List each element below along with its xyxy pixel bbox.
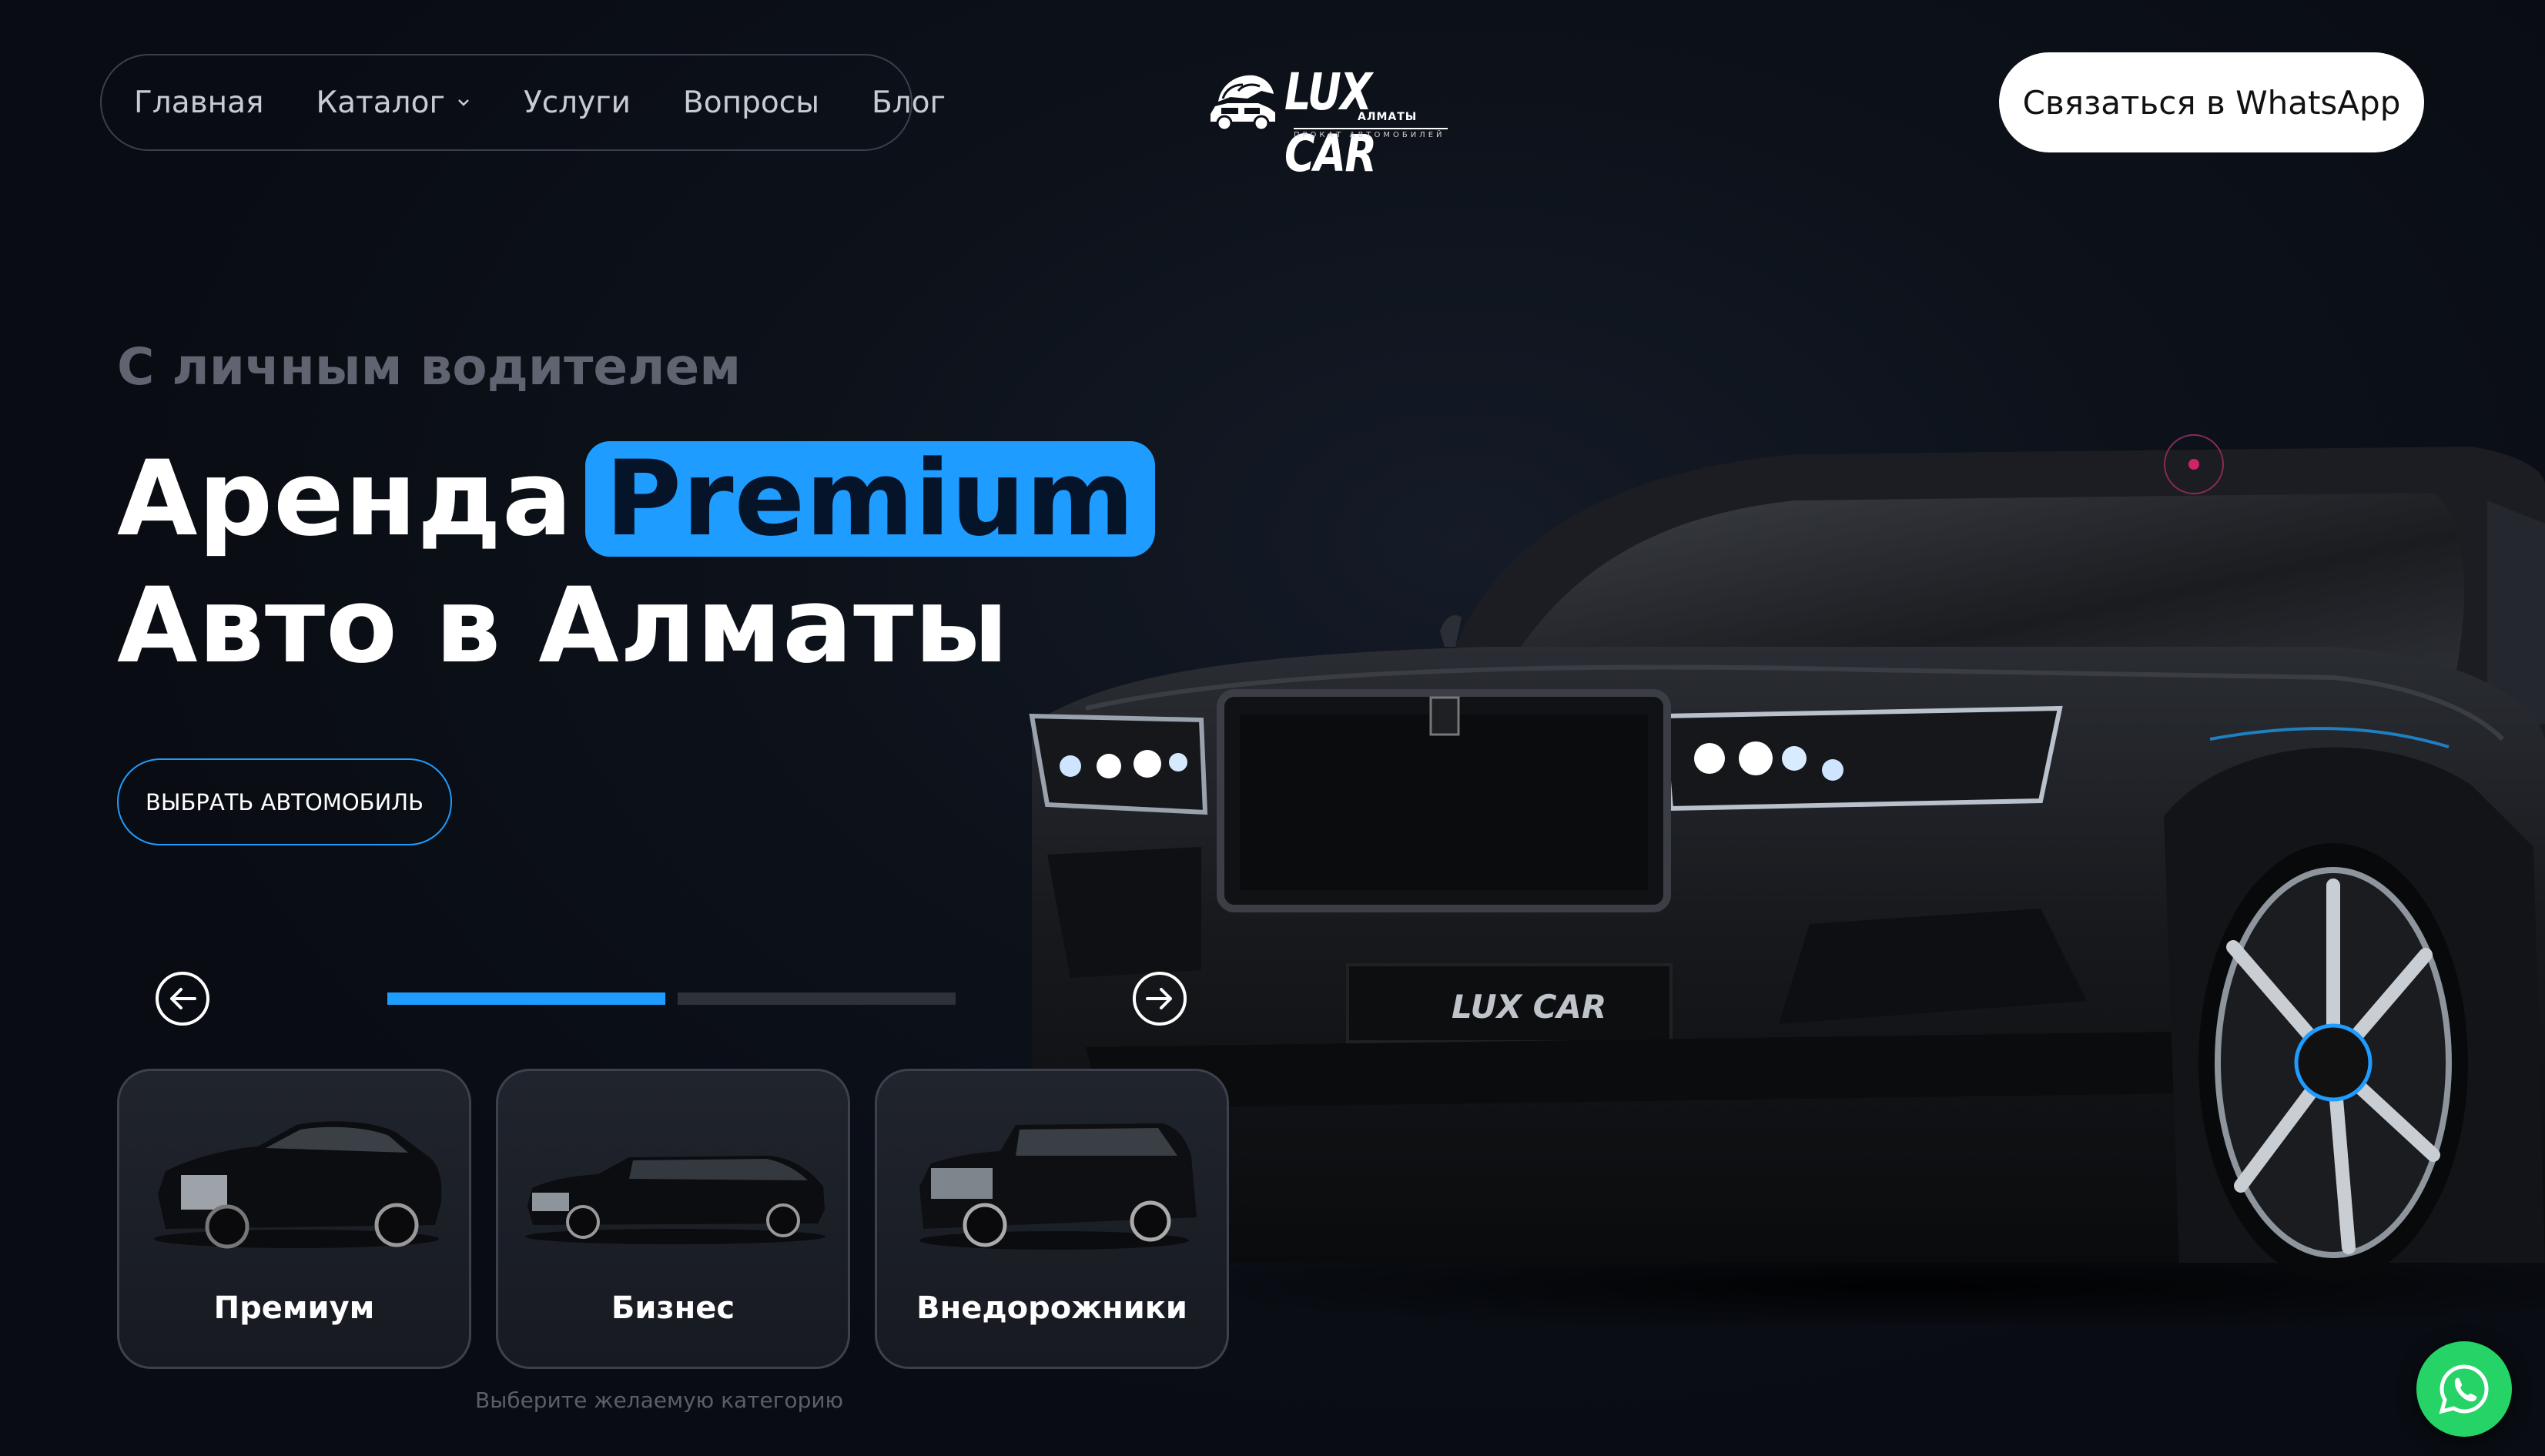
plate-badge-text: LUX CAR — [1452, 988, 1606, 1026]
hero-title-line2: Авто в Алматы — [117, 562, 1009, 689]
slider-next-button[interactable] — [1133, 972, 1187, 1026]
nav-item-home[interactable]: Главная — [134, 85, 263, 120]
site-logo[interactable]: LUX CAR АЛМАТЫ ПРОКАТ АВТОМОБИЛЕЙ — [1207, 62, 1454, 183]
car-hotspot-marker[interactable] — [2164, 434, 2224, 494]
whatsapp-float-button[interactable] — [2416, 1341, 2512, 1437]
whatsapp-contact-button[interactable]: Связаться в WhatsApp — [1999, 52, 2424, 152]
main-nav: Главная Каталог Услуги Вопросы Блог — [100, 54, 946, 151]
hotspot-dot-icon — [2188, 459, 2199, 470]
nav-item-faq[interactable]: Вопросы — [683, 85, 819, 120]
hero-title-highlight: Premium — [585, 438, 1155, 559]
slider-prev-button[interactable] — [156, 972, 209, 1026]
hero-title-second-line: Авто в Алматы — [117, 565, 1010, 686]
hero-title-line1: Аренда Premium — [117, 435, 1155, 562]
category-label-business: Бизнес — [611, 1290, 735, 1326]
nav-label-catalog: Каталог — [316, 85, 445, 120]
arrow-left-circle-icon — [170, 988, 196, 1009]
progress-segment[interactable] — [678, 992, 956, 1005]
choose-car-button[interactable]: ВЫБРАТЬ АВТОМОБИЛЬ — [117, 758, 452, 845]
slider-progress — [387, 992, 956, 1005]
category-card-premium[interactable]: Премиум — [117, 1069, 471, 1369]
nav-item-catalog[interactable]: Каталог — [316, 85, 470, 120]
whatsapp-icon — [2439, 1364, 2489, 1414]
chevron-down-icon — [458, 99, 469, 106]
category-label-suv: Внедорожники — [916, 1290, 1187, 1326]
arrow-right-circle-icon — [1146, 988, 1172, 1009]
logo-city: АЛМАТЫ — [1358, 111, 1418, 123]
category-card-business[interactable]: Бизнес — [496, 1069, 850, 1369]
nav-label-faq: Вопросы — [683, 85, 819, 120]
categories-hint: Выберите желаемую категорию — [475, 1387, 844, 1413]
nav-item-services[interactable]: Услуги — [524, 85, 631, 120]
category-card-suv[interactable]: Внедорожники — [875, 1069, 1229, 1369]
business-limousine-image — [525, 1156, 825, 1244]
hero-car-image: LUX CAR — [1029, 447, 2545, 1324]
nav-label-home: Главная — [134, 85, 264, 120]
logo-wordmark: LUX CAR — [1284, 62, 1377, 183]
suv-image — [919, 1123, 1197, 1250]
nav-label-blog: Блог — [871, 85, 946, 120]
hero-title-word: Аренда — [117, 438, 574, 559]
page: Главная Каталог Услуги Вопросы Блог LUX … — [0, 0, 2545, 1456]
logo-tagline: ПРОКАТ АВТОМОБИЛЕЙ — [1294, 128, 1448, 139]
logo-car-icon — [1211, 75, 1275, 132]
progress-segment-active[interactable] — [387, 992, 665, 1005]
nav-item-blog[interactable]: Блог — [872, 85, 946, 120]
category-label-premium: Премиум — [213, 1290, 375, 1326]
hero-subtitle: С личным водителем — [117, 337, 742, 397]
nav-label-services: Услуги — [523, 85, 631, 120]
premium-sedan-image — [154, 1121, 442, 1249]
